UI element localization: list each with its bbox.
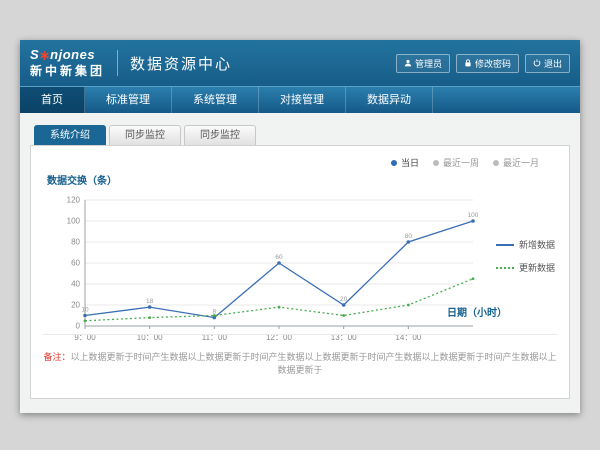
change-password-label: 修改密码 [475,57,511,70]
content-area: 系统介绍 同步监控 同步监控 当日 最近一周 最近一月 数据交换（条） [20,113,580,413]
series-legend: 新增数据 更新数据 [496,238,555,274]
tab-sync-monitor-1[interactable]: 同步监控 [109,125,181,145]
update-data-line-icon [496,267,514,269]
line-chart: 0204060801001209：0010：0011：0012：0013：001… [53,188,483,348]
tab-system-intro[interactable]: 系统介绍 [34,125,106,145]
svg-text:20: 20 [71,301,80,310]
svg-text:10: 10 [81,307,89,314]
filter-today-dot-icon [391,160,397,166]
logo-text-suffix: njones [50,48,95,62]
logo-wordmark: S njones [30,48,105,62]
y-axis-title: 数据交换（条） [47,172,117,187]
footnote-label: 备注： [43,352,70,362]
nav-item-system[interactable]: 系统管理 [172,87,259,113]
tab-bar: 系统介绍 同步监控 同步监控 [34,125,570,145]
logout-button[interactable]: 退出 [525,54,570,73]
svg-text:40: 40 [71,280,80,289]
svg-text:0: 0 [76,322,81,331]
nav-item-data-change[interactable]: 数据异动 [346,87,433,113]
period-filter-legend: 当日 最近一周 最近一月 [391,156,539,169]
filter-today[interactable]: 当日 [391,156,419,169]
filter-last-week-dot-icon [433,160,439,166]
legend-new-data: 新增数据 [496,238,555,251]
main-navigation: 首页 标准管理 系统管理 对接管理 数据异动 [20,86,580,113]
logout-label: 退出 [544,57,562,70]
footnote: 备注：以上数据更新于时间产生数据以上数据更新于时间产生数据以上数据更新于时间产生… [43,334,557,376]
filter-last-month-label: 最近一月 [503,156,539,169]
legend-update-data: 更新数据 [496,261,555,274]
tab-sync-monitor-2[interactable]: 同步监控 [184,125,256,145]
header-divider [117,50,118,76]
filter-last-month[interactable]: 最近一月 [493,156,539,169]
nav-item-standards[interactable]: 标准管理 [85,87,172,113]
svg-text:60: 60 [71,259,80,268]
svg-text:18: 18 [146,298,154,305]
top-header: S njones 新中新集团 数据资源中心 [20,40,580,86]
admin-user-button[interactable]: 管理员 [396,54,450,73]
header-buttons: 管理员 修改密码 退出 [396,54,570,73]
app-window: S njones 新中新集团 数据资源中心 [20,40,580,413]
filter-today-label: 当日 [401,156,419,169]
svg-text:100: 100 [468,212,479,219]
change-password-button[interactable]: 修改密码 [456,54,519,73]
logo-star-icon [40,51,49,60]
svg-text:120: 120 [67,196,81,205]
nav-item-home[interactable]: 首页 [20,87,85,113]
app-title: 数据资源中心 [130,53,232,74]
x-axis-title: 日期（小时） [447,304,507,319]
power-icon [533,59,541,67]
logo-text-prefix: S [30,48,39,62]
logo-company-name: 新中新集团 [30,65,105,78]
filter-last-week[interactable]: 最近一周 [433,156,479,169]
svg-text:60: 60 [275,254,283,261]
footnote-text: 以上数据更新于时间产生数据以上数据更新于时间产生数据以上数据更新于时间产生数据以… [71,352,557,375]
legend-new-data-label: 新增数据 [519,238,555,251]
svg-text:100: 100 [67,217,81,226]
filter-last-month-dot-icon [493,160,499,166]
svg-text:20: 20 [340,296,348,303]
logo: S njones 新中新集团 [30,48,105,77]
chart-panel: 当日 最近一周 最近一月 数据交换（条） 0204060801001209：00… [30,145,570,399]
legend-update-data-label: 更新数据 [519,261,555,274]
new-data-line-icon [496,244,514,246]
desktop-background: { "header": { "logo_prefix": "S", "logo_… [0,0,600,450]
lock-icon [464,59,472,67]
admin-user-label: 管理员 [415,57,442,70]
svg-text:80: 80 [71,238,80,247]
nav-item-interface[interactable]: 对接管理 [259,87,346,113]
svg-text:80: 80 [405,233,413,240]
user-icon [404,59,412,67]
filter-last-week-label: 最近一周 [443,156,479,169]
